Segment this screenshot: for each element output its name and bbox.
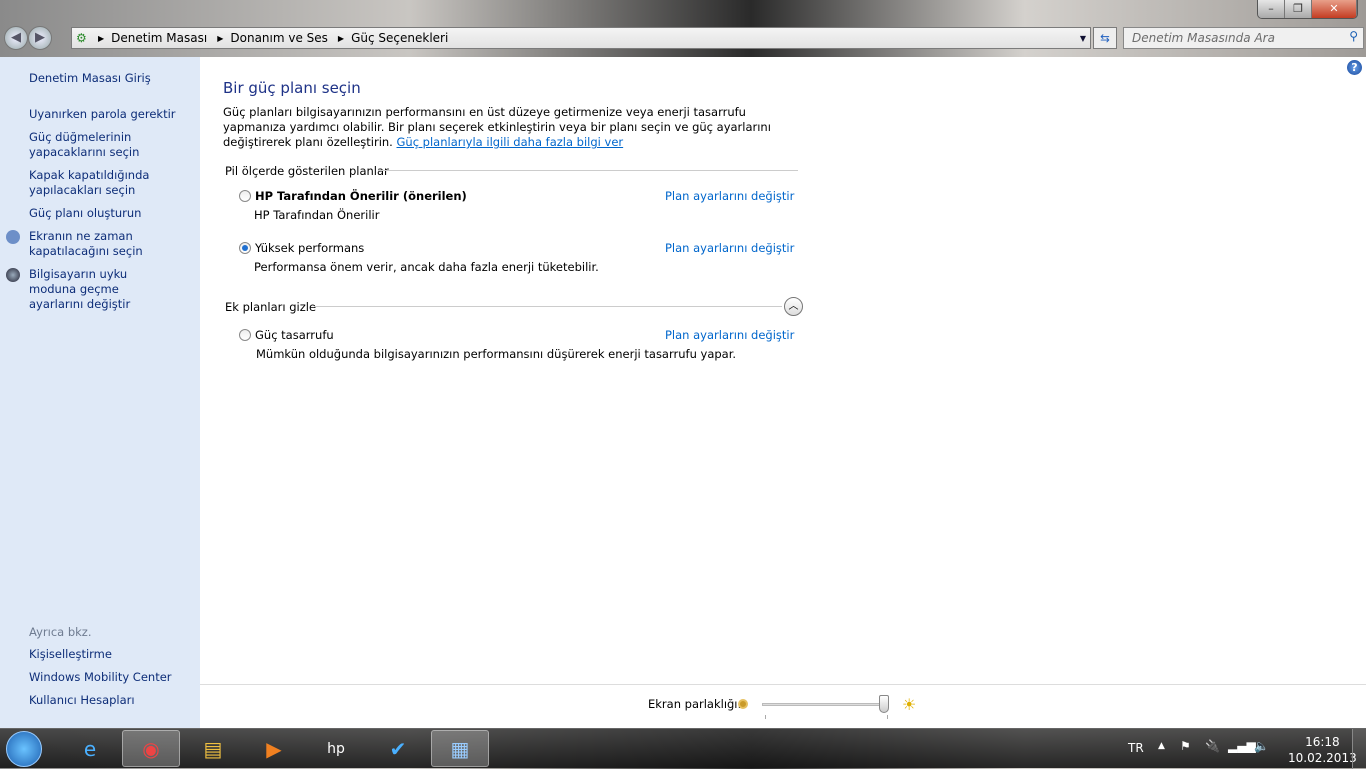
clock-date: 10.02.2013: [1288, 751, 1357, 765]
brightness-slider-thumb[interactable]: [879, 695, 889, 713]
plan-desc: HP Tarafından Önerilir: [254, 208, 380, 222]
divider: [314, 306, 782, 307]
breadcrumb-power-options[interactable]: Güç Seçenekleri: [351, 31, 448, 45]
help-icon[interactable]: ?: [1347, 60, 1362, 75]
show-hidden-icons[interactable]: ▲: [1158, 741, 1165, 751]
power-plug-icon[interactable]: 🔌: [1205, 739, 1220, 753]
volume-icon[interactable]: 🔈: [1254, 739, 1269, 753]
chevron-right-icon[interactable]: ▶: [338, 34, 344, 43]
flag-icon[interactable]: ⚑: [1180, 739, 1191, 753]
change-plan-high-performance-link[interactable]: Plan ayarlarını değiştir: [665, 241, 794, 255]
taskbar-media-player[interactable]: ▶: [245, 730, 303, 767]
brightness-bar: Ekran parlaklığı: ☀: [200, 684, 1366, 728]
minimize-button[interactable]: –: [1258, 0, 1285, 18]
clock[interactable]: 16:18 10.02.2013: [1288, 734, 1357, 766]
title-bar: – ❐ ✕ ◀ ▶ ⚙ ▶ Denetim Masası ▶ Donanım ve S…: [0, 0, 1366, 56]
taskbar: e ◉ ▤ ▶ hp ✔ ▦ TR ▲ ⚑ 🔌 ▂▄▆ 🔈 16:18 10.02…: [0, 728, 1366, 769]
taskbar-task-app[interactable]: ✔: [369, 730, 427, 767]
start-button[interactable]: [6, 731, 42, 767]
sidebar-item-display-off[interactable]: Ekranın ne zaman kapatılacağını seçin: [29, 229, 149, 259]
brightness-high-icon: ☀: [902, 695, 917, 714]
sidebar: Denetim Masası Giriş Uyanırken parola ge…: [0, 57, 200, 728]
control-panel-icon: ⚙: [76, 31, 87, 45]
group-heading-hide-plans[interactable]: Ek planları gizle: [225, 300, 316, 314]
change-plan-power-saver-link[interactable]: Plan ayarlarını değiştir: [665, 328, 794, 342]
chevron-right-icon[interactable]: ▶: [98, 34, 104, 43]
divider: [378, 170, 798, 171]
sidebar-link-user-accounts[interactable]: Kullanıcı Hesapları: [29, 693, 135, 708]
learn-more-link[interactable]: Güç planlarıyla ilgili daha fazla bilgi …: [397, 135, 624, 149]
sidebar-item-sleep[interactable]: Bilgisayarın uyku moduna geçme ayarların…: [29, 267, 174, 312]
plan-name[interactable]: Yüksek performans: [255, 241, 364, 255]
intro-text: Güç planları bilgisayarınızın performans…: [223, 105, 803, 150]
window-controls: – ❐ ✕: [1257, 0, 1358, 19]
plan-desc: Mümkün olduğunda bilgisayarınızın perfor…: [256, 347, 737, 361]
plan-radio-high-performance[interactable]: [239, 242, 251, 254]
clock-time: 16:18: [1305, 735, 1340, 749]
sidebar-item-power-buttons[interactable]: Güç düğmelerinin yapacaklarını seçin: [29, 130, 149, 160]
breadcrumb-control-panel[interactable]: Denetim Masası: [111, 31, 207, 45]
sidebar-item-require-password[interactable]: Uyanırken parola gerektir: [29, 107, 176, 122]
plan-desc: Performansa önem verir, ancak daha fazla…: [254, 260, 599, 274]
group-heading-battery: Pil ölçerde gösterilen planlar: [225, 164, 389, 178]
maximize-button[interactable]: ❐: [1285, 0, 1312, 18]
taskbar-internet-explorer[interactable]: e: [61, 730, 119, 767]
moon-icon: [6, 268, 20, 282]
refresh-button[interactable]: ⇆: [1093, 27, 1117, 49]
plan-radio-hp[interactable]: [239, 190, 251, 202]
taskbar-control-panel[interactable]: ▦: [431, 730, 489, 767]
main-content: ? Bir güç planı seçin Güç planları bilgi…: [200, 57, 1366, 728]
forward-button[interactable]: ▶: [28, 26, 52, 50]
signal-icon[interactable]: ▂▄▆: [1228, 739, 1256, 753]
plan-radio-power-saver[interactable]: [239, 329, 251, 341]
show-desktop-button[interactable]: [1352, 729, 1366, 769]
sidebar-item-create-plan[interactable]: Güç planı oluşturun: [29, 206, 141, 221]
breadcrumb-hardware-sound[interactable]: Donanım ve Ses: [230, 31, 328, 45]
see-also-heading: Ayrıca bkz.: [29, 625, 92, 639]
sidebar-link-mobility-center[interactable]: Windows Mobility Center: [29, 670, 172, 685]
display-clock-icon: [6, 230, 20, 244]
change-plan-hp-link[interactable]: Plan ayarlarını değiştir: [665, 189, 794, 203]
sidebar-item-lid[interactable]: Kapak kapatıldığında yapılacakları seçin: [29, 168, 154, 198]
address-bar[interactable]: ⚙ ▶ Denetim Masası ▶ Donanım ve Ses ▶ Güç S…: [71, 27, 1091, 49]
brightness-label: Ekran parlaklığı:: [648, 697, 742, 711]
sidebar-link-personalization[interactable]: Kişiselleştirme: [29, 647, 112, 662]
taskbar-chrome[interactable]: ◉: [122, 730, 180, 767]
plan-name[interactable]: Güç tasarrufu: [255, 328, 334, 342]
chevron-up-icon[interactable]: ︿: [784, 297, 803, 316]
slider-tick: [765, 715, 766, 719]
search-input[interactable]: Denetim Masasında Ara ⚲: [1123, 27, 1364, 49]
plan-name[interactable]: HP Tarafından Önerilir (önerilen): [255, 189, 467, 203]
sidebar-home[interactable]: Denetim Masası Giriş: [29, 71, 151, 86]
close-button[interactable]: ✕: [1312, 0, 1357, 18]
page-title: Bir güç planı seçin: [223, 79, 361, 97]
taskbar-explorer[interactable]: ▤: [184, 730, 242, 767]
search-icon[interactable]: ⚲: [1349, 29, 1358, 43]
brightness-low-icon: [738, 699, 748, 709]
back-button[interactable]: ◀: [4, 26, 28, 50]
chevron-right-icon[interactable]: ▶: [217, 34, 223, 43]
search-placeholder: Denetim Masasında Ara: [1132, 31, 1275, 45]
slider-tick: [887, 715, 888, 719]
dropdown-icon[interactable]: ▼: [1080, 34, 1086, 43]
taskbar-hp[interactable]: hp: [307, 730, 365, 767]
brightness-slider[interactable]: [762, 703, 888, 706]
language-indicator[interactable]: TR: [1128, 741, 1144, 755]
